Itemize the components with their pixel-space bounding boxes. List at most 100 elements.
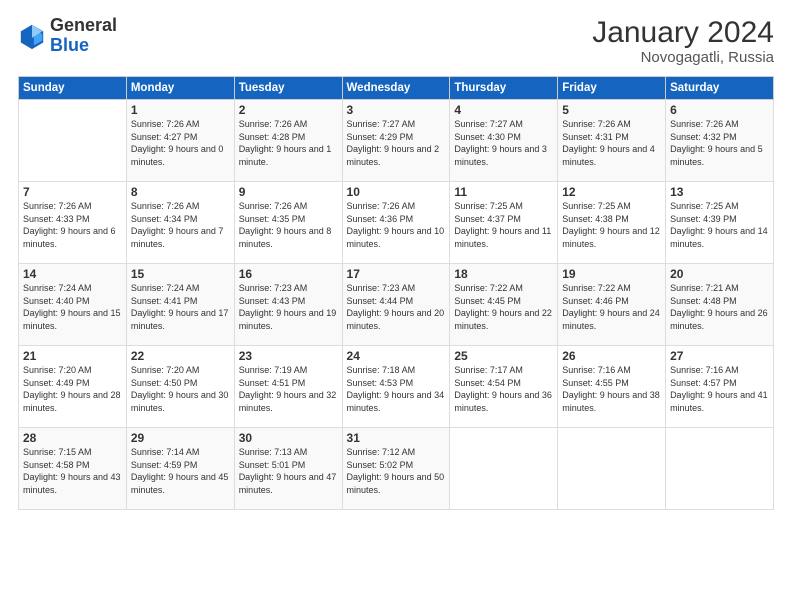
calendar-cell xyxy=(450,428,558,510)
cell-info: Sunrise: 7:23 AMSunset: 4:43 PMDaylight:… xyxy=(239,282,338,332)
calendar-cell: 24Sunrise: 7:18 AMSunset: 4:53 PMDayligh… xyxy=(342,346,450,428)
cell-info: Sunrise: 7:25 AMSunset: 4:37 PMDaylight:… xyxy=(454,200,553,250)
week-row-2: 14Sunrise: 7:24 AMSunset: 4:40 PMDayligh… xyxy=(19,264,774,346)
calendar-cell: 21Sunrise: 7:20 AMSunset: 4:49 PMDayligh… xyxy=(19,346,127,428)
cell-info: Sunrise: 7:16 AMSunset: 4:57 PMDaylight:… xyxy=(670,364,769,414)
calendar-cell: 6Sunrise: 7:26 AMSunset: 4:32 PMDaylight… xyxy=(666,100,774,182)
header-col-saturday: Saturday xyxy=(666,77,774,100)
cell-info: Sunrise: 7:26 AMSunset: 4:28 PMDaylight:… xyxy=(239,118,338,168)
calendar-cell: 3Sunrise: 7:27 AMSunset: 4:29 PMDaylight… xyxy=(342,100,450,182)
calendar-cell: 17Sunrise: 7:23 AMSunset: 4:44 PMDayligh… xyxy=(342,264,450,346)
cell-info: Sunrise: 7:18 AMSunset: 4:53 PMDaylight:… xyxy=(347,364,446,414)
logo-blue: Blue xyxy=(50,36,117,56)
calendar-cell: 30Sunrise: 7:13 AMSunset: 5:01 PMDayligh… xyxy=(234,428,342,510)
cell-info: Sunrise: 7:26 AMSunset: 4:27 PMDaylight:… xyxy=(131,118,230,168)
page: General Blue January 2024 Novogagatli, R… xyxy=(0,0,792,612)
day-number: 3 xyxy=(347,103,446,117)
logo-icon xyxy=(18,22,46,50)
cell-info: Sunrise: 7:13 AMSunset: 5:01 PMDaylight:… xyxy=(239,446,338,496)
day-number: 4 xyxy=(454,103,553,117)
calendar-cell: 4Sunrise: 7:27 AMSunset: 4:30 PMDaylight… xyxy=(450,100,558,182)
cell-info: Sunrise: 7:22 AMSunset: 4:46 PMDaylight:… xyxy=(562,282,661,332)
day-number: 21 xyxy=(23,349,122,363)
cell-info: Sunrise: 7:27 AMSunset: 4:29 PMDaylight:… xyxy=(347,118,446,168)
cell-info: Sunrise: 7:26 AMSunset: 4:36 PMDaylight:… xyxy=(347,200,446,250)
calendar-cell: 7Sunrise: 7:26 AMSunset: 4:33 PMDaylight… xyxy=(19,182,127,264)
day-number: 15 xyxy=(131,267,230,281)
day-number: 22 xyxy=(131,349,230,363)
calendar-cell: 20Sunrise: 7:21 AMSunset: 4:48 PMDayligh… xyxy=(666,264,774,346)
calendar-cell: 10Sunrise: 7:26 AMSunset: 4:36 PMDayligh… xyxy=(342,182,450,264)
day-number: 18 xyxy=(454,267,553,281)
day-number: 16 xyxy=(239,267,338,281)
week-row-0: 1Sunrise: 7:26 AMSunset: 4:27 PMDaylight… xyxy=(19,100,774,182)
calendar-cell xyxy=(19,100,127,182)
cell-info: Sunrise: 7:27 AMSunset: 4:30 PMDaylight:… xyxy=(454,118,553,168)
cell-info: Sunrise: 7:26 AMSunset: 4:31 PMDaylight:… xyxy=(562,118,661,168)
calendar-cell: 29Sunrise: 7:14 AMSunset: 4:59 PMDayligh… xyxy=(126,428,234,510)
location: Novogagatli, Russia xyxy=(592,49,774,66)
cell-info: Sunrise: 7:24 AMSunset: 4:40 PMDaylight:… xyxy=(23,282,122,332)
calendar-cell: 19Sunrise: 7:22 AMSunset: 4:46 PMDayligh… xyxy=(558,264,666,346)
day-number: 14 xyxy=(23,267,122,281)
day-number: 23 xyxy=(239,349,338,363)
calendar-cell: 25Sunrise: 7:17 AMSunset: 4:54 PMDayligh… xyxy=(450,346,558,428)
day-number: 6 xyxy=(670,103,769,117)
day-number: 29 xyxy=(131,431,230,445)
day-number: 10 xyxy=(347,185,446,199)
day-number: 24 xyxy=(347,349,446,363)
calendar-cell: 22Sunrise: 7:20 AMSunset: 4:50 PMDayligh… xyxy=(126,346,234,428)
day-number: 27 xyxy=(670,349,769,363)
calendar-cell: 23Sunrise: 7:19 AMSunset: 4:51 PMDayligh… xyxy=(234,346,342,428)
cell-info: Sunrise: 7:26 AMSunset: 4:32 PMDaylight:… xyxy=(670,118,769,168)
day-number: 1 xyxy=(131,103,230,117)
header-col-wednesday: Wednesday xyxy=(342,77,450,100)
header-col-monday: Monday xyxy=(126,77,234,100)
header-col-tuesday: Tuesday xyxy=(234,77,342,100)
day-number: 26 xyxy=(562,349,661,363)
cell-info: Sunrise: 7:25 AMSunset: 4:39 PMDaylight:… xyxy=(670,200,769,250)
day-number: 13 xyxy=(670,185,769,199)
header: General Blue January 2024 Novogagatli, R… xyxy=(18,16,774,66)
day-number: 11 xyxy=(454,185,553,199)
calendar-cell xyxy=(558,428,666,510)
calendar-cell: 2Sunrise: 7:26 AMSunset: 4:28 PMDaylight… xyxy=(234,100,342,182)
logo: General Blue xyxy=(18,16,117,56)
calendar-header-row: SundayMondayTuesdayWednesdayThursdayFrid… xyxy=(19,77,774,100)
cell-info: Sunrise: 7:26 AMSunset: 4:35 PMDaylight:… xyxy=(239,200,338,250)
week-row-1: 7Sunrise: 7:26 AMSunset: 4:33 PMDaylight… xyxy=(19,182,774,264)
calendar-cell: 15Sunrise: 7:24 AMSunset: 4:41 PMDayligh… xyxy=(126,264,234,346)
calendar-cell: 31Sunrise: 7:12 AMSunset: 5:02 PMDayligh… xyxy=(342,428,450,510)
cell-info: Sunrise: 7:25 AMSunset: 4:38 PMDaylight:… xyxy=(562,200,661,250)
cell-info: Sunrise: 7:19 AMSunset: 4:51 PMDaylight:… xyxy=(239,364,338,414)
calendar-cell: 16Sunrise: 7:23 AMSunset: 4:43 PMDayligh… xyxy=(234,264,342,346)
day-number: 5 xyxy=(562,103,661,117)
calendar-body: 1Sunrise: 7:26 AMSunset: 4:27 PMDaylight… xyxy=(19,100,774,510)
calendar-cell xyxy=(666,428,774,510)
calendar-cell: 13Sunrise: 7:25 AMSunset: 4:39 PMDayligh… xyxy=(666,182,774,264)
day-number: 2 xyxy=(239,103,338,117)
cell-info: Sunrise: 7:12 AMSunset: 5:02 PMDaylight:… xyxy=(347,446,446,496)
calendar-cell: 18Sunrise: 7:22 AMSunset: 4:45 PMDayligh… xyxy=(450,264,558,346)
day-number: 19 xyxy=(562,267,661,281)
calendar-cell: 26Sunrise: 7:16 AMSunset: 4:55 PMDayligh… xyxy=(558,346,666,428)
cell-info: Sunrise: 7:16 AMSunset: 4:55 PMDaylight:… xyxy=(562,364,661,414)
day-number: 8 xyxy=(131,185,230,199)
cell-info: Sunrise: 7:22 AMSunset: 4:45 PMDaylight:… xyxy=(454,282,553,332)
cell-info: Sunrise: 7:24 AMSunset: 4:41 PMDaylight:… xyxy=(131,282,230,332)
day-number: 9 xyxy=(239,185,338,199)
week-row-4: 28Sunrise: 7:15 AMSunset: 4:58 PMDayligh… xyxy=(19,428,774,510)
cell-info: Sunrise: 7:17 AMSunset: 4:54 PMDaylight:… xyxy=(454,364,553,414)
cell-info: Sunrise: 7:26 AMSunset: 4:33 PMDaylight:… xyxy=(23,200,122,250)
calendar-cell: 12Sunrise: 7:25 AMSunset: 4:38 PMDayligh… xyxy=(558,182,666,264)
calendar-table: SundayMondayTuesdayWednesdayThursdayFrid… xyxy=(18,76,774,510)
day-number: 17 xyxy=(347,267,446,281)
cell-info: Sunrise: 7:21 AMSunset: 4:48 PMDaylight:… xyxy=(670,282,769,332)
title-block: January 2024 Novogagatli, Russia xyxy=(592,16,774,66)
day-number: 31 xyxy=(347,431,446,445)
cell-info: Sunrise: 7:26 AMSunset: 4:34 PMDaylight:… xyxy=(131,200,230,250)
day-number: 20 xyxy=(670,267,769,281)
day-number: 7 xyxy=(23,185,122,199)
header-col-sunday: Sunday xyxy=(19,77,127,100)
cell-info: Sunrise: 7:23 AMSunset: 4:44 PMDaylight:… xyxy=(347,282,446,332)
